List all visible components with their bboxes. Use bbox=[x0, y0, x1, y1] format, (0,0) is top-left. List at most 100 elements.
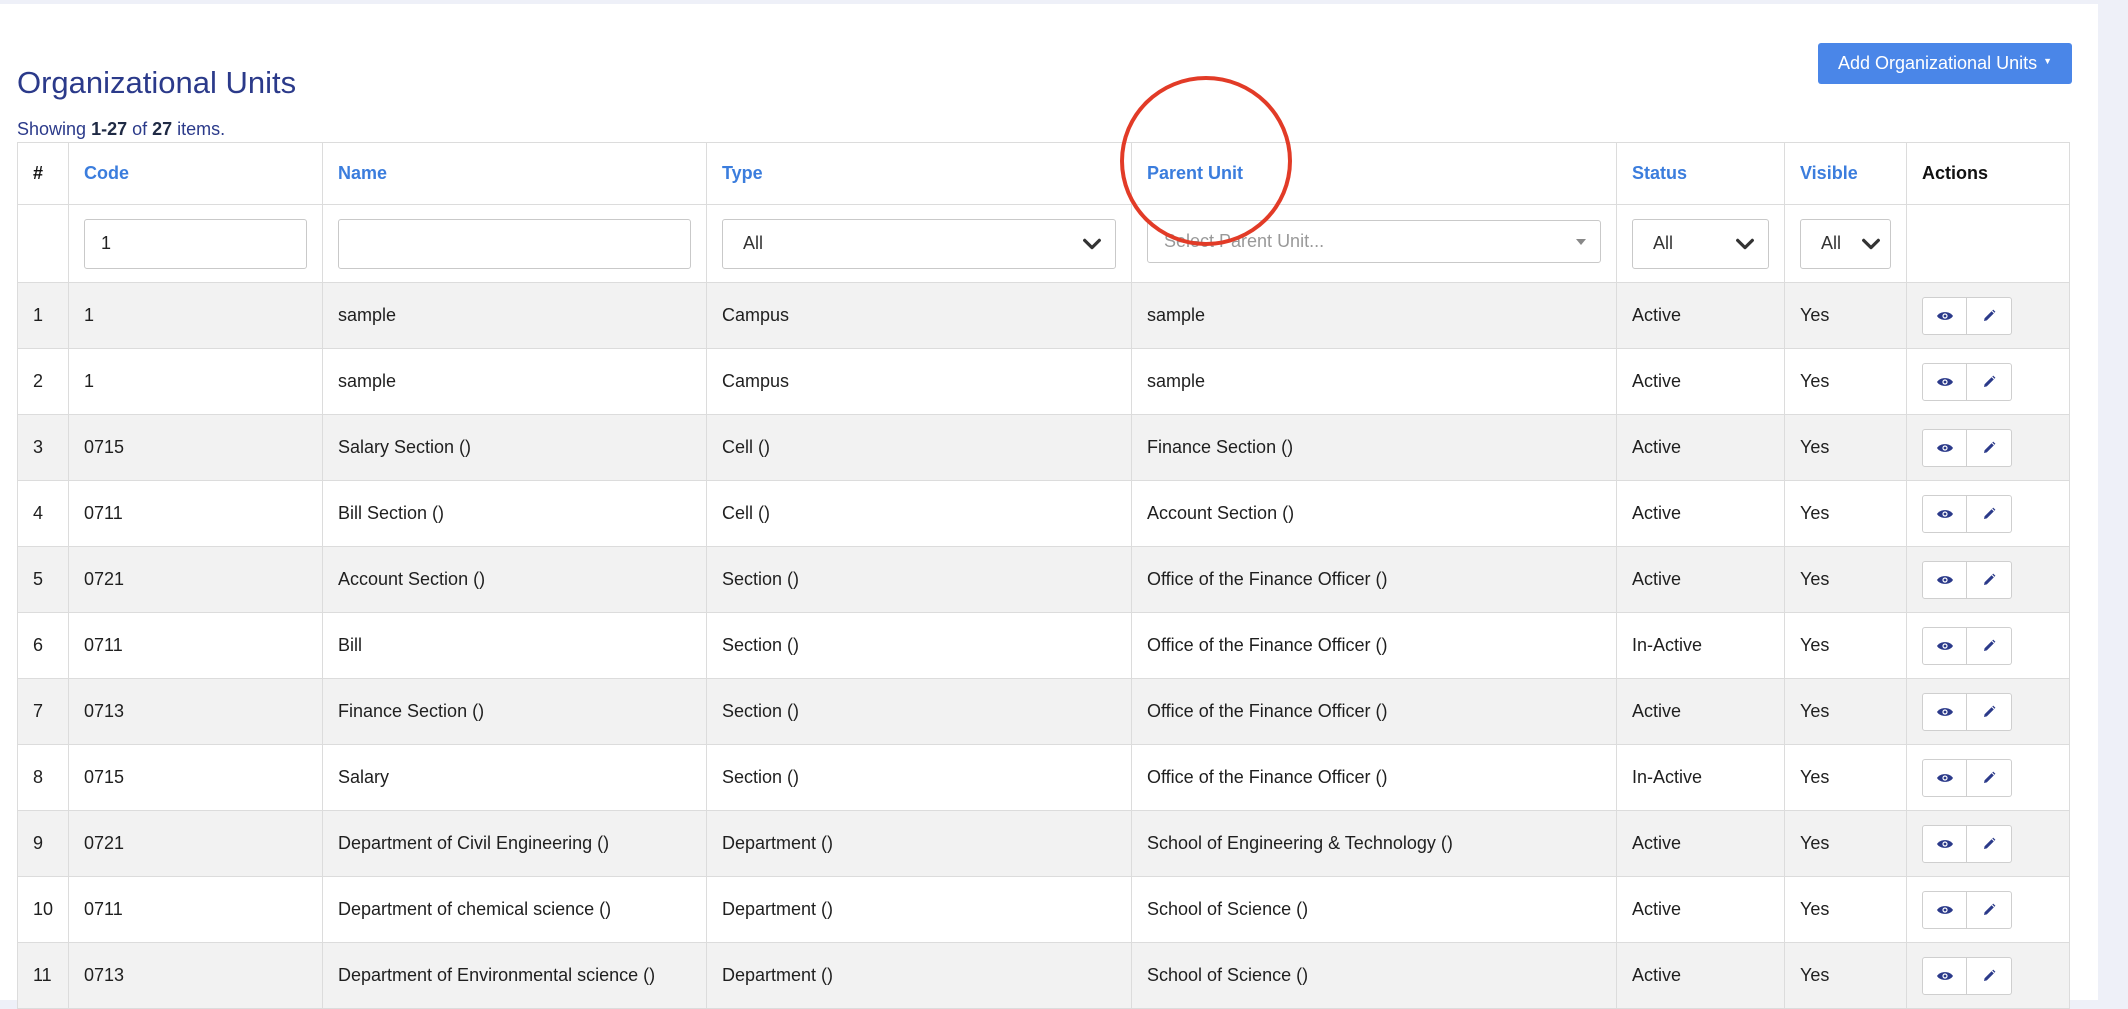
add-organizational-units-button[interactable]: Add Organizational Units ▼ bbox=[1818, 43, 2072, 84]
table-body: 1 1 sample Campus sample Active Yes 2 1 … bbox=[17, 282, 2070, 1009]
cell-code: 0711 bbox=[68, 876, 323, 943]
cell-type: Cell () bbox=[706, 480, 1132, 547]
col-header-status[interactable]: Status bbox=[1616, 142, 1785, 205]
cell-actions bbox=[1906, 546, 2070, 613]
cell-parent-unit: Office of the Finance Officer () bbox=[1131, 744, 1617, 811]
visible-filter-value: All bbox=[1821, 233, 1842, 253]
cell-type: Section () bbox=[706, 546, 1132, 613]
status-filter-select[interactable]: All bbox=[1632, 218, 1769, 269]
view-button[interactable] bbox=[1922, 824, 1967, 863]
edit-button[interactable] bbox=[1967, 890, 2012, 929]
view-button[interactable] bbox=[1922, 362, 1967, 401]
pencil-icon bbox=[1984, 771, 1996, 783]
chevron-down-icon bbox=[1083, 238, 1101, 249]
col-header-visible[interactable]: Visible bbox=[1784, 142, 1907, 205]
parent-unit-filter-select[interactable]: Select Parent Unit... bbox=[1147, 220, 1601, 263]
type-filter-value: All bbox=[743, 233, 764, 253]
filter-cell-code bbox=[68, 204, 323, 283]
row-actions bbox=[1922, 692, 2012, 731]
pencil-icon bbox=[1984, 705, 1996, 717]
eye-icon bbox=[1936, 905, 1953, 914]
pencil-icon bbox=[1984, 969, 1996, 981]
col-header-name[interactable]: Name bbox=[322, 142, 707, 205]
cell-number: 8 bbox=[17, 744, 69, 811]
eye-icon bbox=[1936, 971, 1953, 980]
edit-button[interactable] bbox=[1967, 362, 2012, 401]
filter-row: All Select Parent Unit... All bbox=[17, 204, 2070, 283]
type-filter-select[interactable]: All bbox=[722, 218, 1116, 269]
edit-button[interactable] bbox=[1967, 956, 2012, 995]
table-row: 10 0711 Department of chemical science (… bbox=[17, 876, 2070, 943]
cell-type: Section () bbox=[706, 678, 1132, 745]
edit-button[interactable] bbox=[1967, 692, 2012, 731]
eye-icon bbox=[1936, 311, 1953, 320]
edit-button[interactable] bbox=[1967, 824, 2012, 863]
table-row: 9 0721 Department of Civil Engineering (… bbox=[17, 810, 2070, 877]
table-row: 1 1 sample Campus sample Active Yes bbox=[17, 282, 2070, 349]
cell-visible: Yes bbox=[1784, 480, 1907, 547]
row-actions bbox=[1922, 296, 2012, 335]
name-filter-input[interactable] bbox=[338, 218, 691, 269]
cell-number: 4 bbox=[17, 480, 69, 547]
cell-parent-unit: Account Section () bbox=[1131, 480, 1617, 547]
summary-range: 1-27 bbox=[91, 119, 128, 139]
cell-number: 10 bbox=[17, 876, 69, 943]
eye-icon bbox=[1936, 443, 1953, 452]
chevron-down-icon bbox=[1736, 238, 1754, 249]
view-button[interactable] bbox=[1922, 428, 1967, 467]
pencil-icon bbox=[1984, 375, 1996, 387]
cell-actions bbox=[1906, 942, 2070, 1009]
cell-visible: Yes bbox=[1784, 348, 1907, 415]
table-row: 5 0721 Account Section () Section () Off… bbox=[17, 546, 2070, 613]
view-button[interactable] bbox=[1922, 494, 1967, 533]
cell-code: 0721 bbox=[68, 546, 323, 613]
view-button[interactable] bbox=[1922, 758, 1967, 797]
filter-cell-actions bbox=[1906, 204, 2070, 283]
view-button[interactable] bbox=[1922, 560, 1967, 599]
cell-code: 1 bbox=[68, 282, 323, 349]
filter-cell-status: All bbox=[1616, 204, 1785, 283]
cell-code: 0713 bbox=[68, 678, 323, 745]
cell-actions bbox=[1906, 876, 2070, 943]
cell-number: 2 bbox=[17, 348, 69, 415]
cell-actions bbox=[1906, 282, 2070, 349]
cell-status: In-Active bbox=[1616, 744, 1785, 811]
col-header-parent-unit[interactable]: Parent Unit bbox=[1131, 142, 1617, 205]
cell-name: Bill Section () bbox=[322, 480, 707, 547]
cell-status: Active bbox=[1616, 678, 1785, 745]
view-button[interactable] bbox=[1922, 626, 1967, 665]
parent-unit-placeholder: Select Parent Unit... bbox=[1164, 231, 1325, 251]
cell-code: 0721 bbox=[68, 810, 323, 877]
edit-button[interactable] bbox=[1967, 494, 2012, 533]
filter-cell-type: All bbox=[706, 204, 1132, 283]
visible-filter-select[interactable]: All bbox=[1800, 218, 1891, 269]
view-button[interactable] bbox=[1922, 956, 1967, 995]
cell-code: 0715 bbox=[68, 414, 323, 481]
col-header-number: # bbox=[17, 142, 69, 205]
cell-actions bbox=[1906, 480, 2070, 547]
view-button[interactable] bbox=[1922, 296, 1967, 335]
view-button[interactable] bbox=[1922, 692, 1967, 731]
edit-button[interactable] bbox=[1967, 758, 2012, 797]
cell-code: 0711 bbox=[68, 612, 323, 679]
col-header-type[interactable]: Type bbox=[706, 142, 1132, 205]
view-button[interactable] bbox=[1922, 890, 1967, 929]
cell-status: Active bbox=[1616, 414, 1785, 481]
eye-icon bbox=[1936, 773, 1953, 782]
edit-button[interactable] bbox=[1967, 296, 2012, 335]
edit-button[interactable] bbox=[1967, 560, 2012, 599]
code-filter-input[interactable] bbox=[84, 218, 307, 269]
cell-type: Campus bbox=[706, 348, 1132, 415]
edit-button[interactable] bbox=[1967, 428, 2012, 467]
eye-icon bbox=[1936, 509, 1953, 518]
cell-actions bbox=[1906, 612, 2070, 679]
edit-button[interactable] bbox=[1967, 626, 2012, 665]
summary-total: 27 bbox=[152, 119, 173, 139]
cell-visible: Yes bbox=[1784, 546, 1907, 613]
col-header-code[interactable]: Code bbox=[68, 142, 323, 205]
cell-name: Bill bbox=[322, 612, 707, 679]
cell-name: Account Section () bbox=[322, 546, 707, 613]
cell-name: Finance Section () bbox=[322, 678, 707, 745]
table-row: 8 0715 Salary Section () Office of the F… bbox=[17, 744, 2070, 811]
summary-prefix: Showing bbox=[17, 119, 92, 139]
